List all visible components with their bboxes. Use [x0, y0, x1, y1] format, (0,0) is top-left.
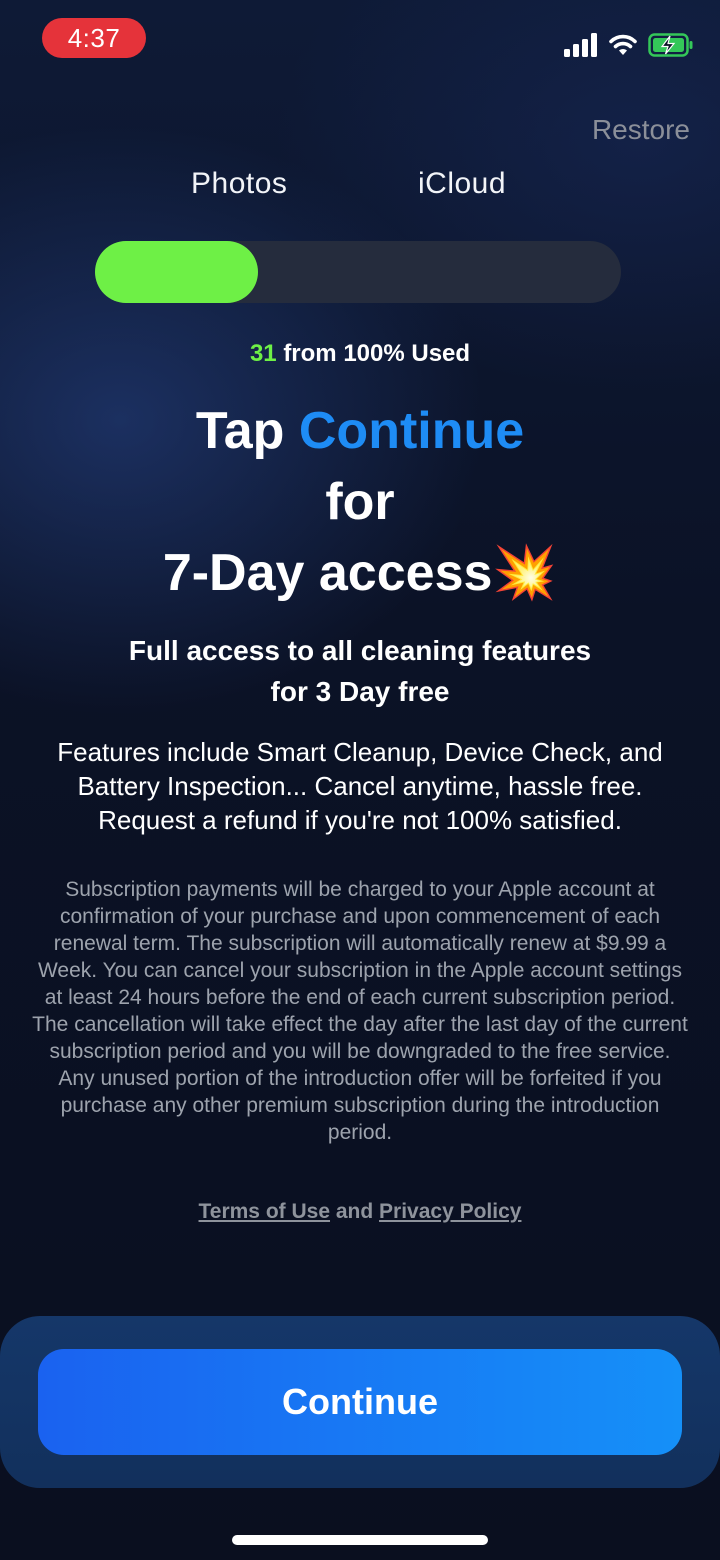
- cellular-signal-icon: [564, 33, 597, 57]
- headline: Tap Continue for 7-Day access💥: [0, 396, 720, 609]
- headline-accent: Continue: [298, 402, 525, 460]
- storage-used-suffix: from 100% Used: [283, 340, 471, 367]
- collision-emoji-icon: 💥: [492, 544, 558, 602]
- status-bar: 4:37: [0, 0, 720, 80]
- headline-prefix: Tap: [195, 402, 299, 460]
- continue-button[interactable]: Continue: [38, 1349, 682, 1455]
- wifi-icon: [609, 34, 637, 55]
- storage-progress-bar: [95, 241, 621, 303]
- subheadline-line-2: for 3 Day free: [270, 676, 450, 707]
- headline-offer: 7-Day access: [162, 544, 493, 602]
- subheadline-line-1: Full access to all cleaning features: [128, 635, 592, 666]
- headline-line-3: 7-Day access💥: [0, 538, 720, 609]
- headline-line-1: Tap Continue: [0, 396, 720, 467]
- headline-line-2: for: [325, 473, 395, 531]
- storage-usage-text: 31 from 100% Used: [0, 340, 720, 368]
- status-time[interactable]: 4:37: [42, 18, 146, 58]
- tab-icloud[interactable]: iCloud: [418, 164, 506, 198]
- links-joiner: and: [330, 1200, 380, 1223]
- restore-button[interactable]: Restore: [592, 114, 690, 146]
- tab-photos[interactable]: Photos: [191, 164, 287, 198]
- storage-progress-fill: [95, 241, 259, 303]
- subscription-legal-text: Subscription payments will be charged to…: [32, 878, 688, 1144]
- legal-links: Terms of Use and Privacy Policy: [0, 1200, 720, 1224]
- subheadline: Full access to all cleaning features for…: [60, 630, 660, 712]
- features-description: Features include Smart Cleanup, Device C…: [57, 737, 663, 835]
- home-indicator[interactable]: [232, 1535, 488, 1545]
- battery-charging-icon: [648, 33, 693, 57]
- status-icons: [564, 30, 694, 60]
- storage-used-value: 31: [249, 340, 277, 367]
- terms-of-use-link[interactable]: Terms of Use: [199, 1200, 331, 1223]
- privacy-policy-link[interactable]: Privacy Policy: [379, 1200, 521, 1223]
